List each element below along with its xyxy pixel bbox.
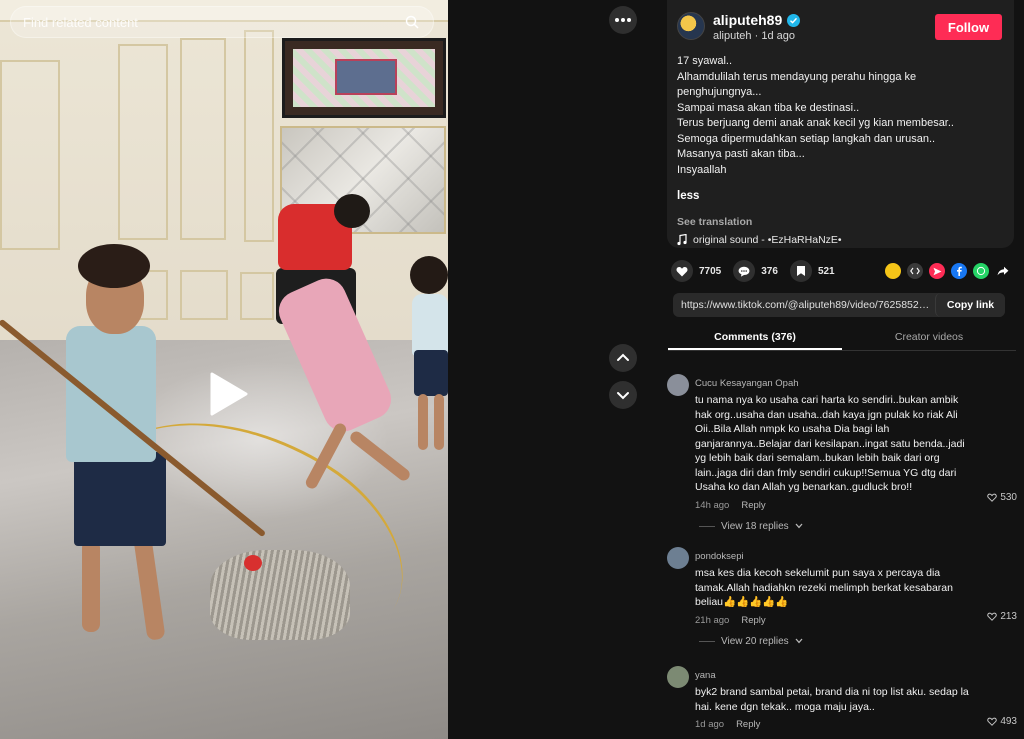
author-name[interactable]: aliputeh89 (713, 12, 782, 28)
tab-creator-videos[interactable]: Creator videos (842, 325, 1016, 350)
see-translation-link[interactable]: See translation (677, 216, 1002, 228)
author-avatar[interactable] (677, 12, 705, 40)
engagement-bar: 7705 376 521 (671, 259, 1011, 283)
facebook-icon[interactable] (951, 263, 967, 279)
verified-icon (787, 13, 801, 27)
save-stat[interactable]: 521 (789, 260, 835, 282)
bookmark-icon[interactable] (789, 260, 812, 282)
comment-like-button[interactable]: 493 (987, 716, 1017, 727)
comment-time: 1d ago (695, 719, 725, 730)
comment-icon[interactable] (733, 260, 756, 282)
comment-meta: 14h ago Reply (695, 500, 1007, 511)
comment-text: msa kes dia kecoh sekelumit pun saya x p… (695, 567, 953, 608)
comment-item: Cucu Kesayangan Opah tu nama nya ko usah… (667, 374, 1017, 532)
search-icon[interactable] (403, 13, 421, 31)
repost-icon[interactable] (885, 263, 901, 279)
chevron-down-icon (795, 638, 803, 644)
wall-art (282, 38, 446, 118)
video-player[interactable] (0, 0, 448, 739)
video-url[interactable]: https://www.tiktok.com/@aliputeh89/video… (673, 299, 935, 311)
previous-video-button[interactable] (609, 344, 637, 372)
comment-username[interactable]: pondoksepi (695, 551, 1007, 562)
avatar[interactable] (667, 374, 689, 396)
send-to-friends-icon[interactable] (929, 263, 945, 279)
comment-stat[interactable]: 376 (733, 260, 778, 282)
comment-like-button[interactable]: 213 (987, 611, 1017, 622)
avatar[interactable] (667, 666, 689, 688)
copy-link-button[interactable]: Copy link (935, 293, 1005, 317)
mop-head (210, 550, 350, 640)
comment-meta: 21h ago Reply (695, 615, 1007, 626)
details-panel: aliputeh89 aliputeh · 1d ago Follow 17 s… (651, 0, 1024, 739)
comment-time: 14h ago (695, 499, 730, 511)
view-replies-button[interactable]: View 20 replies (699, 636, 1007, 647)
more-options-button[interactable] (609, 6, 637, 34)
comment-username[interactable]: Cucu Kesayangan Opah (695, 378, 1007, 389)
avatar[interactable] (667, 547, 689, 569)
embed-icon[interactable] (907, 263, 923, 279)
play-icon[interactable] (208, 372, 248, 416)
comment-item: yana byk2 brand sambal petai, brand dia … (667, 666, 1017, 730)
music-note-icon (677, 234, 687, 246)
whatsapp-icon[interactable] (973, 263, 989, 279)
heart-outline-icon (987, 717, 998, 726)
search-input[interactable] (23, 14, 403, 30)
reply-button[interactable]: Reply (736, 719, 760, 730)
video-link-box: https://www.tiktok.com/@aliputeh89/video… (673, 293, 1005, 317)
comment-username[interactable]: yana (695, 670, 1007, 681)
comment-meta: 1d ago Reply (695, 719, 1007, 730)
comment-text: byk2 brand sambal petai, brand dia ni to… (695, 686, 969, 713)
tab-comments[interactable]: Comments (376) (668, 325, 842, 350)
panel-tabs: Comments (376) Creator videos (668, 325, 1016, 351)
tiktok-video-page: aliputeh89 aliputeh · 1d ago Follow 17 s… (0, 0, 1024, 739)
heart-outline-icon (987, 612, 998, 621)
chevron-down-icon (795, 523, 803, 529)
comment-like-button[interactable]: 530 (987, 492, 1017, 503)
heart-icon[interactable] (671, 260, 693, 282)
follow-button[interactable]: Follow (935, 14, 1002, 40)
reply-button[interactable]: Reply (741, 615, 765, 626)
heart-outline-icon (987, 493, 998, 502)
comment-time: 21h ago (695, 614, 730, 626)
sound-link[interactable]: original sound - •EzHaRHaNzE• (677, 234, 1002, 246)
search-bar[interactable] (10, 6, 434, 38)
post-caption: 17 syawal.. Alhamdulilah terus mendayung… (677, 55, 954, 176)
post-info-card: aliputeh89 aliputeh · 1d ago Follow 17 s… (667, 0, 1014, 248)
chevron-down-icon (617, 392, 629, 400)
collapse-caption-link[interactable]: less (677, 190, 699, 202)
author-subline: aliputeh · 1d ago (713, 30, 795, 42)
chevron-up-icon (617, 353, 629, 361)
share-options (885, 263, 1011, 279)
more-icon (615, 18, 619, 22)
reply-button[interactable]: Reply (741, 500, 765, 511)
like-stat[interactable]: 7705 (671, 260, 721, 282)
next-video-button[interactable] (609, 381, 637, 409)
view-replies-button[interactable]: View 18 replies (699, 521, 1007, 532)
share-icon[interactable] (995, 263, 1011, 279)
comment-text: tu nama nya ko usaha cari harta ko sendi… (695, 394, 965, 493)
comment-item: pondoksepi msa kes dia kecoh sekelumit p… (667, 547, 1017, 647)
